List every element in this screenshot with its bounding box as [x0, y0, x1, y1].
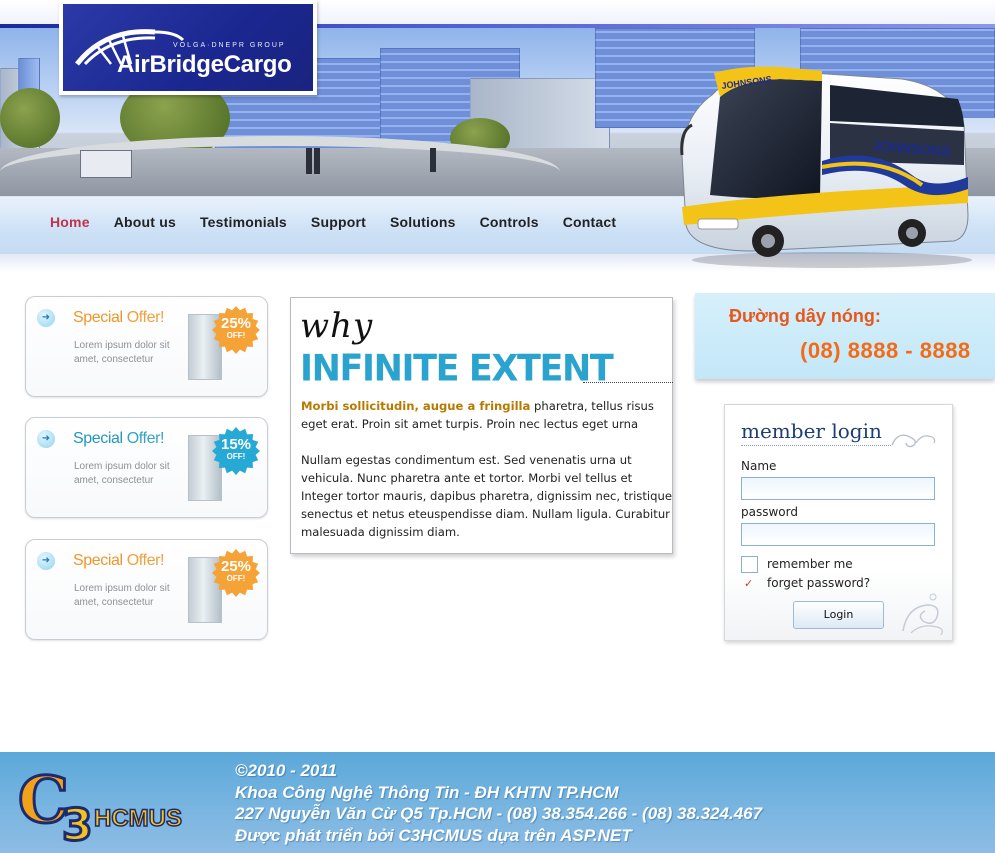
main-nav: Home About us Testimonials Support Solut…	[50, 214, 640, 230]
footer-copyright: ©2010 - 2011	[235, 761, 338, 780]
person	[430, 148, 436, 172]
offer-description: Lorem ipsum dolor sit amet, consectetur	[74, 340, 170, 365]
brand-group: VOLGA·DNEPR GROUP	[173, 42, 286, 49]
discount-percent: 25%	[220, 558, 252, 575]
discount-off-label: OFF!	[226, 574, 246, 583]
discount-badge: 25% OFF!	[212, 549, 260, 597]
name-input[interactable]	[741, 477, 935, 500]
discount-badge: 25% OFF!	[212, 306, 260, 354]
name-label: Name	[741, 459, 777, 473]
discount-percent: 15%	[220, 436, 252, 453]
logo-digit-3: 3	[62, 800, 93, 844]
offer-title-special: Special	[73, 430, 123, 447]
nav-support[interactable]: Support	[311, 214, 366, 230]
discount-percent: 25%	[220, 315, 252, 332]
login-button[interactable]: Login	[793, 601, 884, 629]
offer-title-offer: Offer!	[126, 430, 165, 447]
offer-title: Special Offer!	[73, 430, 164, 448]
why-paragraph-1: Morbi sollicitudin, augue a fringilla ph…	[301, 397, 673, 433]
arrow-right-icon[interactable]: ➜	[37, 552, 55, 570]
member-login-box: member login Name password remember me ✓…	[724, 404, 953, 641]
why-paragraph-2: Nullam egestas condimentum est. Sed vene…	[301, 453, 672, 539]
why-heading-divider	[583, 382, 673, 383]
why-heading-big: INFINITE EXTENT	[300, 348, 614, 390]
floral-ornament-icon	[902, 593, 943, 636]
special-offer-card[interactable]: ➜ Special Offer! Lorem ipsum dolor sit ame…	[25, 539, 268, 640]
person	[314, 148, 320, 174]
tree	[0, 88, 60, 148]
special-offer-card[interactable]: ➜ Special Offer! Lorem ipsum dolor sit ame…	[25, 296, 268, 397]
nav-controls[interactable]: Controls	[480, 214, 539, 230]
offer-title: Special Offer!	[73, 309, 164, 327]
footer-address: 227 Nguyễn Văn Cừ Q5 Tp.HCM - (08) 38.35…	[235, 804, 763, 823]
offer-title-special: Special	[73, 309, 123, 326]
discount-off-label: OFF!	[226, 452, 246, 461]
remember-me-checkbox[interactable]	[741, 556, 758, 573]
hotline-banner: Đường dây nóng: (08) 8888 - 8888	[695, 293, 995, 379]
checkmark-icon: ✓	[744, 577, 754, 590]
brand-logo[interactable]: VOLGA·DNEPR GROUP AirBridgeCargo	[59, 0, 317, 95]
hotline-number[interactable]: (08) 8888 - 8888	[800, 338, 971, 364]
offer-title-special: Special	[73, 552, 123, 569]
offer-description: Lorem ipsum dolor sit amet, consectetur	[74, 583, 170, 608]
badge-text: 25% OFF!	[212, 306, 260, 354]
footer-credit: Được phát triển bởi C3HCMUS dựa trên ASP…	[235, 825, 632, 845]
discount-badge: 15% OFF!	[212, 427, 260, 475]
small-bus	[80, 150, 132, 178]
hotline-label: Đường dây nóng:	[729, 306, 881, 326]
c3hcmus-logo: C 3 HCMUS	[18, 762, 183, 845]
nav-home[interactable]: Home	[50, 214, 90, 230]
nav-testimonials[interactable]: Testimonials	[200, 214, 287, 230]
offer-description: Lorem ipsum dolor sit amet, consectetur	[74, 461, 170, 486]
why-panel: why INFINITE EXTENT Morbi sollicitudin, …	[290, 297, 673, 554]
brand-name: AirBridgeCargo	[117, 51, 292, 78]
arrow-right-icon[interactable]: ➜	[37, 309, 55, 327]
swirl-ornament-icon	[891, 434, 936, 448]
password-label: password	[741, 505, 798, 519]
discount-off-label: OFF!	[226, 331, 246, 340]
forgot-password-link[interactable]: forget password?	[767, 576, 870, 590]
login-title: member login	[741, 419, 882, 443]
brand-logo-panel: VOLGA·DNEPR GROUP AirBridgeCargo	[63, 4, 313, 91]
nav-about-us[interactable]: About us	[114, 214, 176, 230]
offer-title-offer: Offer!	[126, 552, 165, 569]
arrow-right-icon[interactable]: ➜	[37, 430, 55, 448]
offer-title-offer: Offer!	[126, 309, 165, 326]
remember-me-label[interactable]: remember me	[767, 557, 853, 571]
why-heading-small: why	[300, 306, 374, 346]
footer: C 3 HCMUS ©2010 - 2011 Khoa Công Nghệ Th…	[0, 752, 995, 853]
why-body: Morbi sollicitudin, augue a fringilla ph…	[301, 397, 673, 541]
offer-title: Special Offer!	[73, 552, 164, 570]
badge-text: 25% OFF!	[212, 549, 260, 597]
coach-bus-image: JOHNSONS JOHNSONS	[680, 66, 972, 268]
header: Home About us Testimonials Support Solut…	[0, 0, 995, 272]
footer-info: ©2010 - 2011 Khoa Công Nghệ Thông Tin - …	[235, 760, 762, 846]
password-input[interactable]	[741, 523, 935, 546]
person	[306, 148, 312, 174]
nav-contact[interactable]: Contact	[563, 214, 617, 230]
nav-solutions[interactable]: Solutions	[390, 214, 456, 230]
special-offer-card[interactable]: ➜ Special Offer! Lorem ipsum dolor sit ame…	[25, 417, 268, 518]
why-highlight[interactable]: Morbi sollicitudin, augue a fringilla	[301, 399, 530, 413]
logo-text-hcmus: HCMUS	[94, 805, 182, 832]
badge-text: 15% OFF!	[212, 427, 260, 475]
login-title-underline	[741, 445, 891, 446]
footer-faculty: Khoa Công Nghệ Thông Tin - ĐH KHTN TP.HC…	[235, 782, 619, 802]
